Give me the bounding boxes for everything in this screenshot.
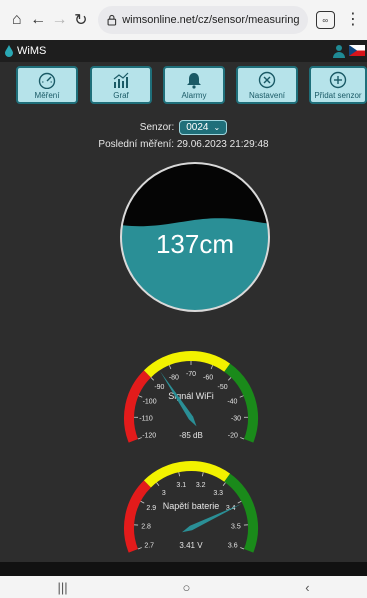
back-nav-icon[interactable]: ‹ (305, 580, 309, 595)
more-menu-icon[interactable]: ⋮ (345, 12, 361, 28)
browser-toolbar: ⌂ ← → ↻ wimsonline.net/cz/sensor/measuri… (0, 0, 367, 40)
wifi-gauge-tick-label: -60 (203, 374, 213, 381)
wifi-signal-gauge: -120-110-100-90-80 -70 -60-50-40-30-20 Sig… (124, 351, 258, 443)
battery-gauge-tick-label: 2.9 (146, 505, 156, 512)
chevron-down-icon: ⌄ (213, 122, 221, 132)
add-sensor-button-label: Přidat senzor (314, 91, 362, 100)
wifi-gauge-tick-label: -80 (169, 374, 179, 381)
wifi-gauge-tick-mark (239, 395, 244, 398)
wifi-gauge-tick-label: -100 (143, 398, 157, 405)
battery-gauge-title: Napětí baterie (163, 501, 220, 511)
add-sensor-button[interactable]: Přidat senzor (309, 66, 367, 104)
measuring-button[interactable]: Měření (16, 66, 78, 104)
battery-gauge-tick-mark (222, 482, 226, 487)
alarms-button-label: Alarmy (181, 91, 207, 100)
water-drop-icon (5, 45, 13, 57)
wifi-gauge-value: -85 dB (179, 431, 203, 440)
battery-gauge-green-zone (224, 473, 258, 553)
tank-level-gauge: 137cm (120, 162, 270, 312)
sensor-label: Senzor: (139, 121, 175, 133)
wifi-gauge-tick-mark (137, 437, 142, 440)
chart-icon (113, 72, 129, 88)
battery-gauge-yellow-zone (143, 461, 231, 488)
lock-icon (107, 14, 116, 26)
battery-gauge-tick-label: 3 (162, 490, 166, 497)
home-nav-icon[interactable]: ○ (182, 580, 190, 595)
battery-gauge-value: 3.41 V (179, 541, 203, 550)
back-icon[interactable]: ← (27, 9, 48, 31)
chart-button-label: Graf (113, 91, 129, 100)
wifi-gauge-tick-label: -120 (142, 433, 156, 440)
battery-gauge-tick-label: 3.1 (176, 482, 186, 489)
czech-flag-icon[interactable] (349, 45, 365, 56)
battery-gauge-tick-mark (240, 547, 245, 550)
tabs-count: ∞ (322, 15, 329, 25)
tabs-button[interactable]: ∞ (315, 11, 335, 29)
wifi-gauge-tick-label: -70 (186, 371, 196, 378)
measuring-button-label: Měření (34, 91, 60, 100)
battery-gauge-tick-mark (137, 547, 142, 550)
wifi-gauge-tick-mark (138, 395, 143, 398)
home-icon[interactable]: ⌂ (6, 9, 27, 31)
page-bottom-bar (0, 562, 367, 576)
wifi-gauge-tick-label: -40 (227, 398, 237, 405)
app-header: WiMS (0, 40, 367, 62)
battery-gauge-tick-mark (140, 500, 145, 504)
sensor-selector-row: Senzor: 0024 ⌄ (0, 118, 367, 136)
wifi-gauge-tick-label: -90 (154, 384, 164, 391)
battery-gauge-tick-label: 3.3 (213, 490, 223, 497)
battery-gauge-red-zone (124, 480, 152, 553)
wifi-gauge-tick-mark (227, 377, 232, 381)
bell-icon (187, 73, 201, 89)
settings-button[interactable]: Nastavení (236, 66, 298, 104)
battery-gauge-tick-mark (201, 472, 204, 477)
wifi-gauge-tick-label: -20 (228, 433, 238, 440)
user-icon[interactable] (333, 44, 345, 58)
battery-gauge-tick-mark (237, 500, 242, 504)
tank-level-value: 137cm (156, 229, 234, 259)
main-toolbar: Měření Graf Alarmy Nastavení Přidat senz… (0, 66, 367, 106)
sensor-select[interactable]: 0024 ⌄ (179, 119, 228, 135)
forward-icon[interactable]: → (49, 9, 70, 31)
battery-gauge-tick-label: 3.5 (231, 524, 241, 531)
battery-gauge-tick-label: 2.7 (144, 543, 154, 550)
wifi-gauge-tick-label: -50 (218, 384, 228, 391)
sensor-select-value: 0024 (186, 121, 209, 133)
url-text: wimsonline.net/cz/sensor/measuring (122, 14, 300, 26)
wifi-gauge-tick-mark (240, 437, 245, 440)
alarms-button[interactable]: Alarmy (163, 66, 225, 104)
wifi-gauge-red-zone (124, 370, 152, 443)
brand-name: WiMS (17, 45, 47, 57)
wifi-gauge-tick-mark (150, 377, 155, 381)
add-icon (329, 71, 347, 89)
recent-apps-icon[interactable]: ||| (57, 580, 67, 595)
gauge-icon (38, 72, 56, 89)
wifi-gauge-tick-mark (210, 365, 214, 370)
battery-gauge-tick-label: 3.6 (228, 543, 238, 550)
last-measurement-value: 29.06.2023 21:29:48 (176, 139, 269, 150)
settings-icon (258, 71, 276, 89)
battery-gauge-tick-mark (156, 482, 160, 487)
chart-button[interactable]: Graf (90, 66, 152, 104)
battery-gauge-tick-mark (178, 472, 181, 477)
battery-gauge-tick-label: 2.8 (141, 524, 151, 531)
system-navigation-bar: ||| ○ ‹ (0, 576, 367, 598)
wifi-gauge-tick-label: -30 (231, 415, 241, 422)
last-measurement-label: Poslední měření: (98, 139, 175, 150)
reload-icon[interactable]: ↻ (70, 9, 91, 31)
address-bar[interactable]: wimsonline.net/cz/sensor/measuring (97, 6, 308, 34)
wifi-gauge-tick-label: -110 (139, 415, 153, 422)
wifi-gauge-tick-mark (168, 365, 172, 370)
battery-voltage-gauge: 2.72.82.933.1 3.23.33.43.53.6 Napětí bate… (124, 461, 258, 553)
settings-button-label: Nastavení (248, 91, 286, 100)
battery-gauge-tick-label: 3.2 (196, 482, 206, 489)
last-measurement: Poslední měření: 29.06.2023 21:29:48 (0, 139, 367, 153)
